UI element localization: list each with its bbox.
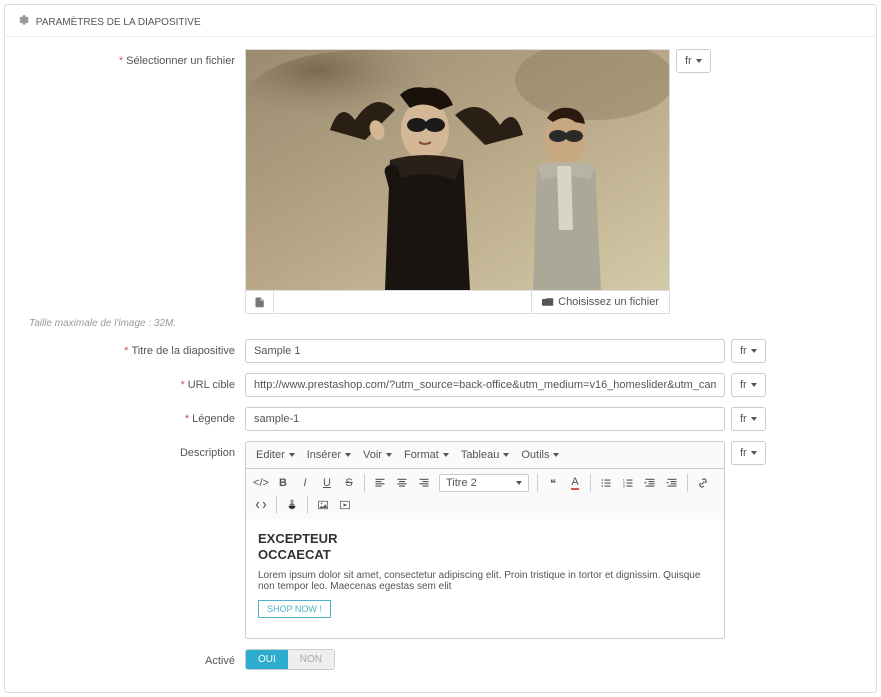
lang-dropdown-desc[interactable]: fr (731, 441, 766, 465)
menu-edit[interactable]: Editer (250, 445, 301, 465)
panel-title: PARAMÈTRES DE LA DIAPOSITIVE (36, 17, 201, 28)
menu-table[interactable]: Tableau (455, 445, 516, 465)
quote-icon[interactable]: ❝ (542, 472, 564, 494)
code-block-icon[interactable] (250, 494, 272, 516)
label-description: Description (180, 447, 235, 459)
underline-icon[interactable]: U (316, 472, 338, 494)
align-center-icon[interactable] (391, 472, 413, 494)
choose-file-label: Choisissez un fichier (558, 296, 659, 308)
gear-icon (17, 17, 32, 28)
content-heading-1: EXCEPTEUR (258, 531, 337, 546)
url-input[interactable] (245, 373, 725, 397)
caret-down-icon (751, 417, 757, 421)
caret-down-icon (751, 383, 757, 387)
align-left-icon[interactable] (369, 472, 391, 494)
strike-icon[interactable]: S (338, 472, 360, 494)
anchor-icon[interactable] (281, 494, 303, 516)
outdent-icon[interactable] (639, 472, 661, 494)
required-star: * (180, 379, 184, 391)
lang-dropdown-file[interactable]: fr (676, 49, 711, 73)
caret-down-icon (751, 349, 757, 353)
caret-down-icon (751, 451, 757, 455)
ul-icon[interactable] (595, 472, 617, 494)
textcolor-icon[interactable]: A (564, 472, 586, 494)
lang-dropdown-title[interactable]: fr (731, 339, 766, 363)
toggle-no[interactable]: NON (288, 650, 334, 669)
caret-down-icon (696, 59, 702, 63)
required-star: * (185, 413, 189, 425)
italic-icon[interactable]: I (294, 472, 316, 494)
max-size-hint: Taille maximale de l'image : 32M. (29, 318, 670, 329)
file-icon (246, 291, 274, 313)
required-star: * (124, 345, 128, 357)
align-right-icon[interactable] (413, 472, 435, 494)
menu-insert[interactable]: Insérer (301, 445, 357, 465)
content-body: Lorem ipsum dolor sit amet, consectetur … (258, 570, 712, 592)
label-title: Titre de la diapositive (131, 345, 235, 357)
label-legend: Légende (192, 413, 235, 425)
editor-menu-bar: Editer Insérer Voir Format Tableau Outil… (245, 441, 725, 468)
indent-icon[interactable] (661, 472, 683, 494)
required-star: * (119, 55, 123, 67)
choose-file-button[interactable]: Choisissez un fichier (531, 291, 669, 313)
label-active: Activé (205, 655, 235, 667)
image-icon[interactable] (312, 494, 334, 516)
ol-icon[interactable]: 123 (617, 472, 639, 494)
content-heading-2: OCCAECAT (258, 547, 331, 562)
image-preview (246, 50, 669, 290)
editor-content[interactable]: EXCEPTEUR OCCAECAT Lorem ipsum dolor sit… (245, 519, 725, 639)
panel-heading: PARAMÈTRES DE LA DIAPOSITIVE (5, 5, 876, 37)
lang-dropdown-url[interactable]: fr (731, 373, 766, 397)
toggle-yes[interactable]: OUI (246, 650, 288, 669)
bold-icon[interactable]: B (272, 472, 294, 494)
image-preview-box: Choisissez un fichier (245, 49, 670, 314)
link-icon[interactable] (692, 472, 714, 494)
lang-dropdown-legend[interactable]: fr (731, 407, 766, 431)
menu-view[interactable]: Voir (357, 445, 398, 465)
code-icon[interactable]: </> (250, 472, 272, 494)
svg-text:3: 3 (623, 485, 625, 489)
active-toggle[interactable]: OUI NON (245, 649, 335, 670)
menu-format[interactable]: Format (398, 445, 455, 465)
title-input[interactable] (245, 339, 725, 363)
label-select-file: Sélectionner un fichier (126, 55, 235, 67)
editor-toolbar: </> B I U S Titre 2 ❝ A (245, 468, 725, 519)
label-url: URL cible (188, 379, 235, 391)
menu-tools[interactable]: Outils (515, 445, 565, 465)
media-icon[interactable] (334, 494, 356, 516)
format-select[interactable]: Titre 2 (439, 474, 529, 492)
legend-input[interactable] (245, 407, 725, 431)
